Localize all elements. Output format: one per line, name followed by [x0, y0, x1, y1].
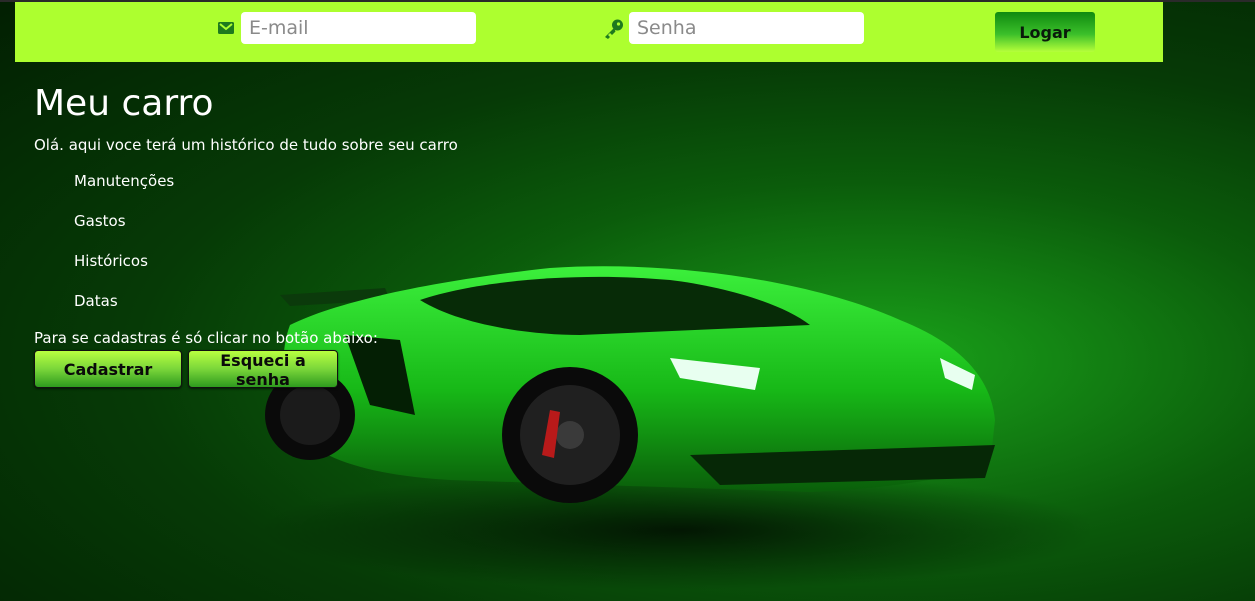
- main-content: Meu carro Olá. aqui voce terá um históri…: [34, 78, 458, 389]
- car-shadow: [260, 470, 1100, 590]
- feature-list: Manutenções Gastos Históricos Datas: [74, 170, 458, 330]
- login-bar: Logar: [15, 2, 1163, 62]
- feature-item-dates: Datas: [74, 292, 118, 310]
- forgot-password-button[interactable]: Esqueci a senha: [188, 350, 338, 389]
- key-icon: [603, 18, 623, 39]
- login-button[interactable]: Logar: [995, 12, 1095, 52]
- feature-item-expenses: Gastos: [74, 212, 126, 230]
- page-title: Meu carro: [34, 83, 214, 124]
- password-input[interactable]: [629, 12, 864, 44]
- email-input[interactable]: [241, 12, 476, 44]
- register-button[interactable]: Cadastrar: [34, 350, 182, 388]
- signup-text: Para se cadastras é só clicar no botão a…: [34, 329, 378, 347]
- intro-text: Olá. aqui voce terá um histórico de tudo…: [34, 136, 458, 154]
- feature-item-maintenance: Manutenções: [74, 172, 175, 190]
- envelope-icon: [217, 20, 237, 40]
- feature-item-history: Históricos: [74, 252, 148, 270]
- action-buttons: Cadastrar Esqueci a senha: [34, 350, 458, 389]
